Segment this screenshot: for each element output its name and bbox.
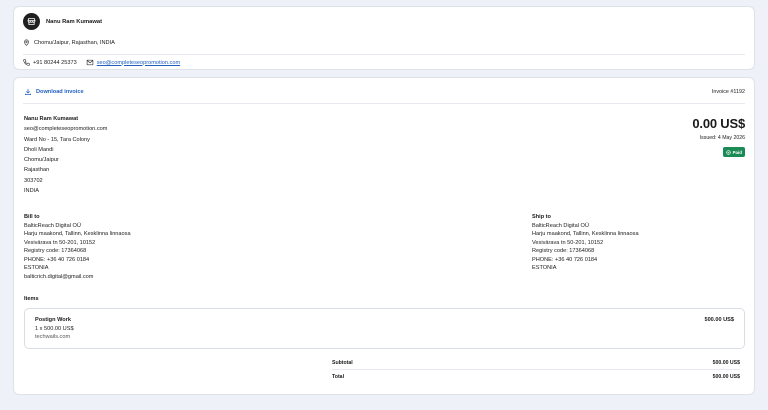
seller-address: Chomu/Jaipur, Rajasthan, INDIA [34,39,115,46]
bill-to-block: Bill to BalticReach Digital OÜ Harju maa… [24,213,131,281]
from-line: Ward No - 15, Tara Colony [24,136,90,143]
list-item: Postign Work 1 x 500.00 US$ techwails.co… [24,308,745,349]
bill-to-line: Registry code: 17364068 [24,248,87,254]
subtotal-value: 500.00 US$ [712,360,740,366]
invoice-header-divider [23,103,745,104]
paid-status-badge: Paid [723,147,745,157]
seller-name: Nanu Ram Kumawat [46,18,103,25]
item-amount: 500.00 US$ [704,317,734,323]
check-circle-icon [726,149,731,155]
location-pin-icon [24,39,29,46]
bill-to-line: BalticReach Digital OÜ [24,222,81,229]
bill-to-line: Harju maakond, Tallinn, Kesklinna linnao… [24,231,131,237]
from-line: Chomu/Jaipur [24,157,59,164]
from-line: INDIA [24,188,39,195]
paid-status-label: Paid [732,149,742,155]
invoice-number: Invoice #1192 [711,89,745,95]
items-title: Items [24,296,39,302]
mail-icon [86,59,93,66]
bill-to-line: PHONE: +36 40 726 0184 [24,256,90,263]
item-name: Postign Work [35,317,71,323]
from-line: Rajasthan [24,167,50,174]
invoice-amount: 0.00 US$ [692,116,745,131]
invoice-issued-date: Issued: 4 May 2026 [699,135,745,141]
seller-contact-row: +91 80244 25373 seo@completeseopromotion… [23,59,189,66]
from-email: seo@completeseopromotion.com [24,126,108,133]
download-icon [24,89,32,96]
seller-divider [23,54,745,55]
ship-to-line: Registry code: 17364068 [532,248,595,254]
ship-to-block: Ship to BalticReach Digital OÜ Harju maa… [532,213,639,273]
total-row: Total 500.00 US$ [332,374,740,383]
invoice-card: Download invoice Invoice #1192 Nanu Ram … [13,77,755,395]
bill-to-line: Vesivärava tn 50-201, 10152 [24,239,96,246]
ship-to-line: Harju maakond, Tallinn, Kesklinna linnao… [532,231,639,237]
ship-to-line: BalticReach Digital OÜ [532,222,589,229]
subtotal-row: Subtotal 500.00 US$ [332,360,740,369]
item-quantity: 1 x 500.00 US$ [35,326,74,332]
item-source: techwails.com [35,334,71,340]
seller-phone[interactable]: +91 80244 25373 [23,59,77,66]
ship-to-line: Vesivärava tn 50-201, 10152 [532,239,604,246]
download-invoice-button[interactable]: Download invoice [24,88,84,96]
seller-email-link[interactable]: seo@completeseopromotion.com [97,60,180,66]
subtotal-label: Subtotal [332,360,353,366]
seller-header: Nanu Ram Kumawat [23,13,102,30]
download-invoice-label: Download invoice [36,89,84,95]
seller-phone-text: +91 80244 25373 [33,59,77,66]
ship-to-line: ESTONIA [532,265,557,271]
bill-to-title: Bill to [24,214,40,220]
ship-to-line: PHONE: +36 40 726 0184 [532,256,598,263]
total-value: 500.00 US$ [712,374,740,380]
phone-icon [23,59,30,66]
total-label: Total [332,374,345,380]
from-name: Nanu Ram Kumawat [24,116,79,122]
seller-address-row: Chomu/Jaipur, Rajasthan, INDIA [23,39,115,46]
from-address: Nanu Ram Kumawat seo@completeseopromotio… [24,114,107,196]
bill-to-line: balticrich.digital@gmail.com [24,273,94,280]
seller-card: Nanu Ram Kumawat Chomu/Jaipur, Rajasthan… [13,6,755,70]
totals-divider [332,369,740,370]
seller-email[interactable]: seo@completeseopromotion.com [86,59,180,66]
from-line: 303702 [24,177,43,184]
store-logo-icon [23,13,40,30]
ship-to-title: Ship to [532,214,551,220]
from-line: Dholi Mandi [24,146,54,153]
bill-to-line: ESTONIA [24,265,49,271]
